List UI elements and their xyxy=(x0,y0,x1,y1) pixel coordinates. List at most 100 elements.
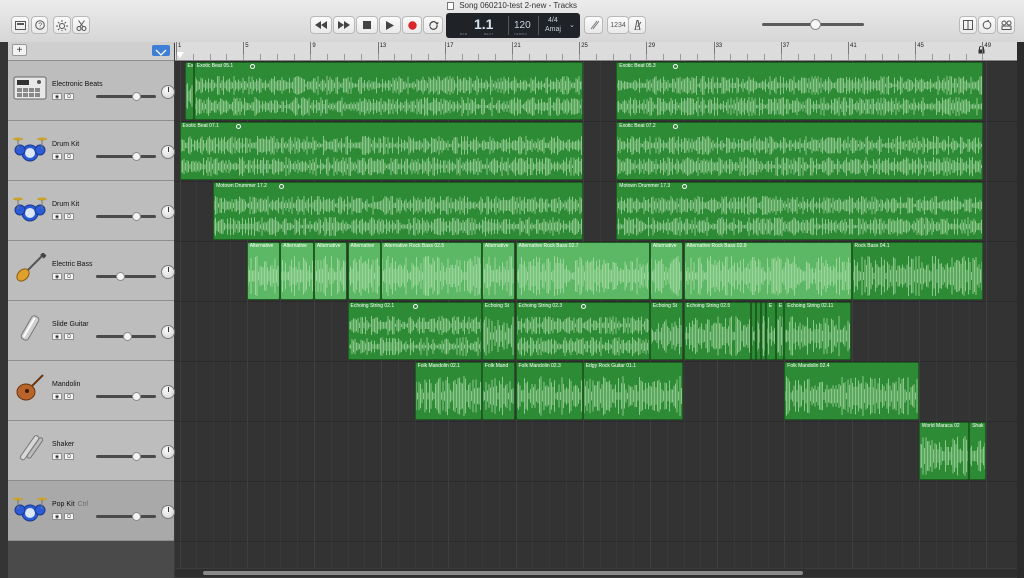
audio-region[interactable]: Alternative xyxy=(649,242,684,300)
loop-browser-button[interactable] xyxy=(978,16,996,34)
audio-region[interactable]: Exotic Beat 07.2 xyxy=(616,122,984,180)
record-enable-button[interactable]: ◉ xyxy=(52,393,62,400)
audio-region[interactable]: Edgy Rock Guitar 01.1 xyxy=(582,362,684,420)
help-button[interactable]: ? xyxy=(31,16,48,34)
track-volume-slider[interactable] xyxy=(96,275,156,278)
cycle-button[interactable] xyxy=(423,16,443,34)
master-volume-knob[interactable] xyxy=(810,19,821,30)
headphones-button[interactable]: Ω xyxy=(64,213,74,220)
headphones-button[interactable]: Ω xyxy=(64,93,74,100)
track-header[interactable]: Shaker ◉ Ω xyxy=(8,421,175,481)
track-volume-knob[interactable] xyxy=(132,212,142,221)
record-enable-button[interactable]: ◉ xyxy=(52,273,62,280)
audio-region[interactable]: Alternative Rock Bass 02.7 xyxy=(515,242,650,300)
headphones-button[interactable]: Ω xyxy=(64,153,74,160)
audio-region[interactable]: Alternative xyxy=(481,242,516,300)
track-volume-knob[interactable] xyxy=(132,452,142,461)
track-header[interactable]: Electric Bass ◉ Ω xyxy=(8,241,175,301)
track-volume-knob[interactable] xyxy=(122,332,132,341)
audio-region[interactable]: E xyxy=(765,302,776,360)
track-header[interactable]: Slide Guitar ◉ Ω xyxy=(8,301,175,361)
audio-region[interactable]: Echoing String 02.1 xyxy=(347,302,482,360)
audio-region[interactable] xyxy=(750,302,756,360)
lcd-chevron-icon[interactable]: ⌄ xyxy=(569,21,575,29)
audio-region[interactable]: Motown Drummer 17.2 xyxy=(213,182,583,240)
stop-button[interactable] xyxy=(356,16,378,34)
track-volume-slider[interactable] xyxy=(96,215,156,218)
track-volume-slider[interactable] xyxy=(96,395,156,398)
track-header[interactable]: Electronic Beats ◉ Ω xyxy=(8,61,175,121)
audio-region[interactable]: Shak xyxy=(969,422,986,480)
audio-region[interactable]: Motown Drummer 17.3 xyxy=(616,182,984,240)
horizontal-scrollbar[interactable] xyxy=(175,569,1017,577)
headphones-button[interactable]: Ω xyxy=(64,453,74,460)
audio-region[interactable]: Folk Mandolin 02.1 xyxy=(414,362,482,420)
audio-region[interactable]: Echoing String 02.5 xyxy=(683,302,751,360)
track-volume-slider[interactable] xyxy=(96,515,156,518)
audio-region[interactable]: E xyxy=(775,302,785,360)
track-volume-knob[interactable] xyxy=(132,92,142,101)
track-pan-knob[interactable] xyxy=(161,85,175,99)
audio-region[interactable]: Exotic Beat 05.3 xyxy=(616,62,984,120)
audio-region[interactable]: Folk Mandolin 02.3 xyxy=(515,362,583,420)
audio-region[interactable]: Alternative Rock Bass 02.9 xyxy=(683,242,852,300)
track-pan-knob[interactable] xyxy=(161,505,175,519)
track-pan-knob[interactable] xyxy=(161,385,175,399)
fast-forward-button[interactable] xyxy=(333,16,355,34)
horizontal-scroll-thumb[interactable] xyxy=(203,571,803,575)
notepad-button[interactable] xyxy=(959,16,977,34)
tracks-area[interactable]: ExoticExotic Beat 05.1 Exotic Beat 05.3 Ex… xyxy=(175,61,1017,568)
audio-region[interactable]: Alternative xyxy=(347,242,382,300)
audio-region[interactable]: World Maraca 02 xyxy=(918,422,970,480)
record-enable-button[interactable]: ◉ xyxy=(52,93,62,100)
audio-region[interactable]: Alternative xyxy=(246,242,281,300)
audio-region[interactable]: Alternative xyxy=(280,242,314,300)
track-volume-slider[interactable] xyxy=(96,155,156,158)
audio-region[interactable]: Folk Mandolin 02.4 xyxy=(784,362,919,420)
track-volume-knob[interactable] xyxy=(132,512,142,521)
track-volume-knob[interactable] xyxy=(132,392,142,401)
media-browser-button[interactable] xyxy=(997,16,1015,34)
vertical-scrollbar[interactable] xyxy=(1017,42,1024,578)
lcd-display[interactable]: 1.1 BAR BEAT 120 TEMPO 4/4 Amaj ⌄ xyxy=(446,13,580,38)
audio-region[interactable]: Echoing St xyxy=(481,302,516,360)
play-button[interactable] xyxy=(379,16,401,34)
add-track-button[interactable]: + xyxy=(12,44,27,56)
audio-region[interactable]: Rock Bass 04.1 xyxy=(851,242,984,300)
record-enable-button[interactable]: ◉ xyxy=(52,153,62,160)
track-volume-slider[interactable] xyxy=(96,455,156,458)
headphones-button[interactable]: Ω xyxy=(64,393,74,400)
record-enable-button[interactable]: ◉ xyxy=(52,453,62,460)
headphones-button[interactable]: Ω xyxy=(64,333,74,340)
track-header[interactable]: Mandolin ◉ Ω xyxy=(8,361,175,421)
playhead-marker[interactable] xyxy=(176,52,184,58)
audio-region[interactable]: Exotic Beat 07.1 xyxy=(179,122,583,180)
record-button[interactable] xyxy=(402,16,422,34)
track-volume-slider[interactable] xyxy=(96,95,156,98)
bar-ruler[interactable]: 1 5 9 13 17 21 25 29 33 37 41 45 49 xyxy=(175,42,1017,61)
audio-region[interactable]: Alternative xyxy=(313,242,348,300)
rewind-button[interactable] xyxy=(310,16,332,34)
audio-region[interactable]: Exotic Beat 05.1 xyxy=(193,62,583,120)
headphones-button[interactable]: Ω xyxy=(64,273,74,280)
count-in-button[interactable]: 1234 xyxy=(607,16,629,34)
audio-region[interactable]: Echoing St xyxy=(649,302,684,360)
master-volume-slider[interactable] xyxy=(762,19,864,30)
metronome-button[interactable] xyxy=(628,16,646,34)
audio-region[interactable]: Alternative Rock Bass 02.5 xyxy=(381,242,482,300)
smart-tempo-button[interactable] xyxy=(152,45,170,56)
track-pan-knob[interactable] xyxy=(161,205,175,219)
record-enable-button[interactable]: ◉ xyxy=(52,213,62,220)
track-volume-knob[interactable] xyxy=(132,152,142,161)
track-pan-knob[interactable] xyxy=(161,145,175,159)
record-enable-button[interactable]: ◉ xyxy=(52,333,62,340)
track-volume-knob[interactable] xyxy=(115,272,125,281)
tuner-button[interactable] xyxy=(584,16,603,34)
track-header[interactable]: Pop Kit Ctrl ◉ Ω xyxy=(8,481,175,541)
smart-controls-button[interactable] xyxy=(53,16,71,34)
audio-region[interactable]: Exotic xyxy=(184,62,194,120)
track-pan-knob[interactable] xyxy=(161,325,175,339)
audio-region[interactable]: Folk Mand xyxy=(481,362,516,420)
library-button[interactable] xyxy=(11,16,29,34)
record-enable-button[interactable]: ◉ xyxy=(52,513,62,520)
